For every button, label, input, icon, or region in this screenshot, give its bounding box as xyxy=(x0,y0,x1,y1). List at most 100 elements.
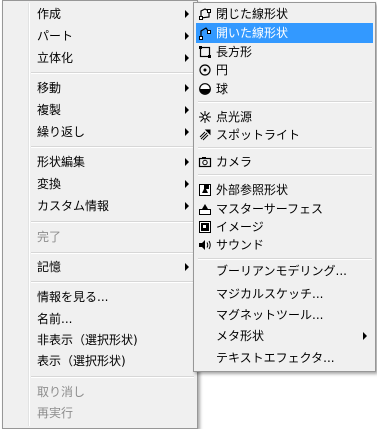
submenu-item-label: ブーリアンモデリング... xyxy=(216,264,347,278)
submenu-item-label: サウンド xyxy=(216,238,265,252)
submenu-item-label: 円 xyxy=(216,63,229,77)
menu-item-label: 完了 xyxy=(37,230,62,244)
submenu-item-label: 球 xyxy=(216,82,229,96)
submenu-arrow-icon xyxy=(185,128,189,136)
menu-item-label: 非表示（選択形状) xyxy=(37,333,138,347)
menu-separator xyxy=(31,146,194,148)
rectangle-icon xyxy=(198,45,212,59)
spotlight-icon xyxy=(198,128,212,142)
menu-item-label: 作成 xyxy=(37,7,62,21)
menu-item-view-info[interactable]: 情報を見る... xyxy=(5,287,195,307)
submenu-item-open-line[interactable]: 開いた線形状 xyxy=(196,23,373,43)
create-submenu: 閉じた線形状 開いた線形状 長方形 円 球 点光源 スポットライト カメラ 外部… xyxy=(193,2,376,372)
submenu-item-label: マスターサーフェス xyxy=(216,202,324,216)
menu-item-done: 完了 xyxy=(5,227,195,247)
submenu-item-image[interactable]: イメージ xyxy=(196,217,373,237)
submenu-item-external-ref[interactable]: 外部参照形状 xyxy=(196,180,373,200)
submenu-item-label: マグネットツール... xyxy=(216,308,324,322)
submenu-item-meta-shape[interactable]: メタ形状 xyxy=(196,326,373,346)
external-ref-icon xyxy=(198,183,212,197)
menu-separator xyxy=(31,281,194,283)
menu-item-label: 形状編集 xyxy=(37,155,86,169)
menu-separator xyxy=(198,174,372,176)
menu-item-label: 再実行 xyxy=(37,406,74,420)
menu-item-part[interactable]: パート xyxy=(5,26,195,46)
image-icon xyxy=(198,220,212,234)
submenu-item-sound[interactable]: サウンド xyxy=(196,235,373,255)
closed-line-icon xyxy=(198,7,212,21)
submenu-item-label: 外部参照形状 xyxy=(216,183,289,197)
menu-item-label: 取り消し xyxy=(37,385,86,399)
menu-item-duplicate[interactable]: 複製 xyxy=(5,100,195,120)
submenu-arrow-icon xyxy=(185,180,189,188)
submenu-item-rectangle[interactable]: 長方形 xyxy=(196,42,373,62)
submenu-arrow-icon xyxy=(185,158,189,166)
submenu-item-label: 長方形 xyxy=(216,45,253,59)
submenu-arrow-icon xyxy=(185,84,189,92)
submenu-item-label: イメージ xyxy=(216,220,264,234)
menu-separator xyxy=(198,258,372,260)
submenu-arrow-icon xyxy=(363,332,367,340)
menu-separator xyxy=(31,72,194,74)
submenu-item-label: メタ形状 xyxy=(216,329,265,343)
submenu-arrow-icon xyxy=(185,202,189,210)
menu-item-extrude[interactable]: 立体化 xyxy=(5,48,195,68)
submenu-item-label: 開いた線形状 xyxy=(216,26,289,40)
menu-item-show-selected[interactable]: 表示（選択形状) xyxy=(5,351,195,371)
sound-icon xyxy=(198,238,212,252)
menu-item-repeat[interactable]: 繰り返し xyxy=(5,122,195,142)
submenu-item-label: マジカルスケッチ... xyxy=(216,287,324,301)
submenu-item-label: カメラ xyxy=(216,155,253,169)
submenu-arrow-icon xyxy=(185,106,189,114)
menu-item-label: 移動 xyxy=(37,81,62,95)
submenu-item-closed-line[interactable]: 閉じた線形状 xyxy=(196,4,373,24)
menu-item-redo: 再実行 xyxy=(5,403,195,423)
menu-separator xyxy=(198,147,372,149)
menu-item-undo: 取り消し xyxy=(5,382,195,402)
menu-item-hide-selected[interactable]: 非表示（選択形状) xyxy=(5,330,195,350)
menu-separator xyxy=(31,376,194,378)
submenu-item-label: テキストエフェクタ... xyxy=(216,351,335,365)
menu-item-label: 表示（選択形状) xyxy=(37,354,126,368)
menu-item-shape-edit[interactable]: 形状編集 xyxy=(5,152,195,172)
menu-item-label: 複製 xyxy=(37,103,62,117)
submenu-arrow-icon xyxy=(185,263,189,271)
submenu-item-magical-sketch[interactable]: マジカルスケッチ... xyxy=(196,284,373,304)
open-line-icon xyxy=(198,26,212,40)
submenu-item-text-effector[interactable]: テキストエフェクタ... xyxy=(196,348,373,368)
menu-separator xyxy=(198,101,372,103)
menu-item-name[interactable]: 名前... xyxy=(5,309,195,329)
submenu-item-camera[interactable]: カメラ xyxy=(196,152,373,172)
submenu-arrow-icon xyxy=(185,32,189,40)
submenu-arrow-icon xyxy=(185,10,189,18)
menu-item-label: 立体化 xyxy=(37,51,74,65)
master-surface-icon xyxy=(198,202,212,216)
submenu-item-label: 閉じた線形状 xyxy=(216,7,289,21)
menu-item-create[interactable]: 作成 xyxy=(5,4,195,24)
menu-item-label: 繰り返し xyxy=(37,125,86,139)
menu-item-transform[interactable]: 変換 xyxy=(5,174,195,194)
submenu-item-master-surface[interactable]: マスターサーフェス xyxy=(196,199,373,219)
submenu-item-label: スポットライト xyxy=(216,128,301,142)
sphere-icon xyxy=(198,82,212,96)
menu-separator xyxy=(31,252,194,254)
submenu-item-boolean-modeling[interactable]: ブーリアンモデリング... xyxy=(196,261,373,281)
menu-item-custom-info[interactable]: カスタム情報 xyxy=(5,196,195,216)
menu-separator xyxy=(31,221,194,223)
menu-item-move[interactable]: 移動 xyxy=(5,78,195,98)
submenu-item-label: 点光源 xyxy=(216,110,253,124)
submenu-item-magnet-tool[interactable]: マグネットツール... xyxy=(196,305,373,325)
menu-item-label: パート xyxy=(37,29,74,43)
submenu-item-spotlight[interactable]: スポットライト xyxy=(196,125,373,145)
menu-item-label: 名前... xyxy=(37,312,73,326)
submenu-item-sphere[interactable]: 球 xyxy=(196,79,373,99)
camera-icon xyxy=(198,155,212,169)
menu-item-memory[interactable]: 記憶 xyxy=(5,257,195,277)
submenu-item-circle[interactable]: 円 xyxy=(196,60,373,80)
point-light-icon xyxy=(198,110,212,124)
menu-item-label: カスタム情報 xyxy=(37,199,110,213)
menu-item-label: 記憶 xyxy=(37,260,62,274)
circle-icon xyxy=(198,63,212,77)
submenu-arrow-icon xyxy=(185,54,189,62)
submenu-item-point-light[interactable]: 点光源 xyxy=(196,107,373,127)
